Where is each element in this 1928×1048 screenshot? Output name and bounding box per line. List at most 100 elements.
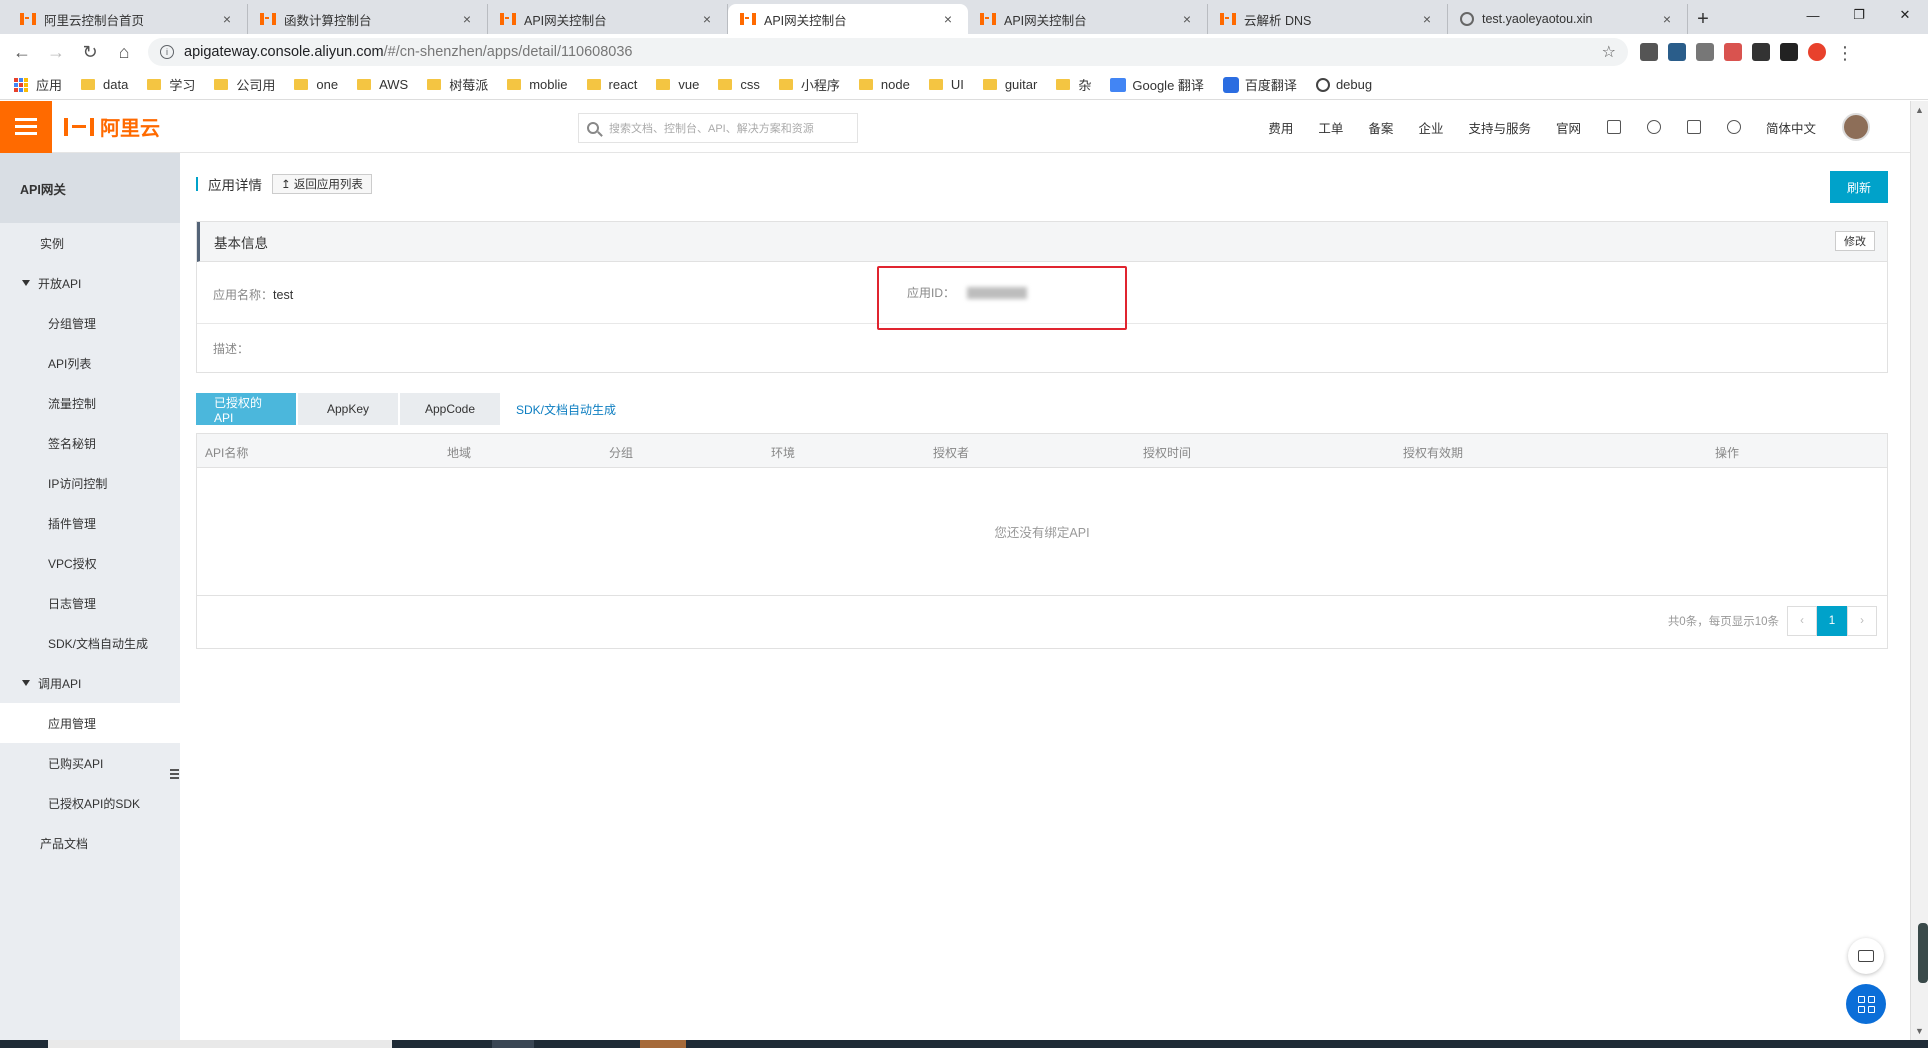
maximize-button[interactable]: ❐ [1836, 0, 1882, 30]
app-center-button[interactable] [1846, 984, 1886, 1024]
bookmark-item[interactable]: react [586, 77, 637, 92]
minimize-button[interactable]: — [1790, 0, 1836, 30]
sidebar-group[interactable]: 开放API [0, 263, 180, 303]
tab-close-icon[interactable]: × [940, 11, 956, 27]
browser-tab[interactable]: API网关控制台 × [968, 4, 1208, 34]
browser-tab[interactable]: 云解析 DNS × [1208, 4, 1448, 34]
cart-icon[interactable] [1686, 120, 1701, 134]
bookmark-item[interactable]: Google 翻译 [1110, 75, 1204, 94]
profile-icon[interactable] [1808, 43, 1826, 61]
nav-billing[interactable]: 费用 [1268, 118, 1293, 137]
feedback-chat-button[interactable] [1848, 938, 1884, 974]
global-search-input[interactable]: 搜索文档、控制台、API、解决方案和资源 [578, 113, 858, 143]
avatar[interactable] [1842, 113, 1870, 141]
bookmark-item[interactable]: vue [656, 77, 699, 92]
home-icon[interactable]: ⌂ [110, 38, 138, 66]
sidebar-item[interactable]: 签名秘钥 [0, 423, 180, 463]
tab-appcode[interactable]: AppCode [400, 393, 500, 425]
sidebar-item[interactable]: 插件管理 [0, 503, 180, 543]
sdk-doc-link[interactable]: SDK/文档自动生成 [516, 401, 616, 418]
bookmark-item[interactable]: guitar [982, 77, 1037, 92]
close-window-button[interactable]: ✕ [1882, 0, 1928, 30]
browser-tab[interactable]: 函数计算控制台 × [248, 4, 488, 34]
bookmark-item[interactable]: UI [928, 77, 964, 92]
tab-close-icon[interactable]: × [1179, 11, 1195, 27]
extension-icon[interactable] [1780, 43, 1798, 61]
bookmark-item[interactable]: one [294, 77, 338, 92]
sidebar-item[interactable]: API列表 [0, 343, 180, 383]
bookmark-item[interactable]: 学习 [147, 75, 195, 94]
sidebar-item[interactable]: 实例 [0, 223, 180, 263]
bell-icon[interactable] [1646, 120, 1661, 134]
site-info-icon[interactable]: i [160, 45, 174, 59]
bookmark-star-icon[interactable]: ☆ [1602, 42, 1616, 62]
scroll-thumb[interactable] [1918, 923, 1928, 983]
terminal-icon[interactable] [1606, 120, 1621, 134]
bookmark-item[interactable]: AWS [357, 77, 408, 92]
tab-close-icon[interactable]: × [1419, 11, 1435, 27]
extension-icon[interactable] [1640, 43, 1658, 61]
sidebar-item[interactable]: 分组管理 [0, 303, 180, 343]
bookmark-item[interactable]: moblie [507, 77, 568, 92]
tab-appkey[interactable]: AppKey [298, 393, 398, 425]
sidebar-item[interactable]: 应用管理 [0, 703, 180, 743]
browser-menu-icon[interactable]: ⋮ [1836, 43, 1854, 63]
sidebar-item[interactable]: VPC授权 [0, 543, 180, 583]
nav-website[interactable]: 官网 [1556, 118, 1581, 137]
bookmark-item[interactable]: node [858, 77, 910, 92]
back-icon[interactable]: ← [8, 38, 36, 66]
sidebar-group[interactable]: 调用API [0, 663, 180, 703]
page-1-button[interactable]: 1 [1817, 606, 1847, 636]
bookmark-item[interactable]: 杂 [1056, 75, 1091, 94]
bookmark-item[interactable]: 百度翻译 [1222, 75, 1297, 94]
nav-enterprise[interactable]: 企业 [1418, 118, 1443, 137]
browser-tab[interactable]: 阿里云控制台首页 × [8, 4, 248, 34]
sidebar-item[interactable]: SDK/文档自动生成 [0, 623, 180, 663]
bookmark-item[interactable]: 公司用 [214, 75, 275, 94]
browser-tab[interactable]: test.yaoleyaotou.xin × [1448, 4, 1688, 34]
prev-page-button[interactable]: ‹ [1787, 606, 1817, 636]
page-scrollbar[interactable]: ▲ ▼ [1910, 101, 1928, 1040]
menu-icon[interactable] [0, 100, 52, 153]
back-to-app-list-button[interactable]: ↥ 返回应用列表 [272, 174, 372, 194]
sidebar-item[interactable]: 产品文档 [0, 823, 180, 863]
extension-icon[interactable] [1668, 43, 1686, 61]
tab-authorized-api[interactable]: 已授权的API [196, 393, 296, 425]
browser-tab[interactable]: API网关控制台 × [728, 4, 968, 34]
next-page-button[interactable]: › [1847, 606, 1877, 636]
browser-tab[interactable]: API网关控制台 × [488, 4, 728, 34]
sidebar-collapse-handle[interactable] [168, 759, 180, 789]
sidebar-item[interactable]: 已授权API的SDK [0, 783, 180, 823]
refresh-button[interactable]: 刷新 [1830, 171, 1888, 203]
sidebar-item[interactable]: 流量控制 [0, 383, 180, 423]
tab-close-icon[interactable]: × [219, 11, 235, 27]
bookmark-item[interactable]: data [81, 77, 128, 92]
sidebar-item[interactable]: IP访问控制 [0, 463, 180, 503]
edit-button[interactable]: 修改 [1835, 231, 1875, 251]
language-switch[interactable]: 简体中文 [1766, 118, 1816, 137]
aliyun-logo[interactable]: 阿里云 [64, 112, 160, 141]
scroll-up-icon[interactable]: ▲ [1915, 105, 1924, 115]
scroll-down-icon[interactable]: ▼ [1915, 1026, 1924, 1036]
nav-support[interactable]: 支持与服务 [1468, 118, 1531, 137]
address-bar[interactable]: i apigateway.console.aliyun.com/#/cn-she… [148, 38, 1628, 66]
tab-close-icon[interactable]: × [459, 11, 475, 27]
tab-close-icon[interactable]: × [699, 11, 715, 27]
bookmark-item[interactable]: 树莓派 [427, 75, 488, 94]
bookmark-item[interactable]: css [718, 77, 760, 92]
extension-icon[interactable] [1752, 43, 1770, 61]
extension-off-icon[interactable] [1724, 43, 1742, 61]
sidebar-item[interactable]: 已购买API [0, 743, 180, 783]
bookmark-item[interactable]: 应用 [14, 75, 62, 94]
nav-tickets[interactable]: 工单 [1318, 118, 1343, 137]
tab-close-icon[interactable]: × [1659, 11, 1675, 27]
qr-extension-icon[interactable] [1696, 43, 1714, 61]
sidebar-item[interactable]: 日志管理 [0, 583, 180, 623]
nav-icp[interactable]: 备案 [1368, 118, 1393, 137]
reload-icon[interactable]: ↻ [76, 38, 104, 66]
bookmark-item[interactable]: debug [1315, 77, 1372, 92]
help-icon[interactable] [1726, 120, 1741, 134]
forward-icon[interactable]: → [42, 38, 70, 66]
new-tab-button[interactable]: + [1688, 4, 1718, 34]
bookmark-item[interactable]: 小程序 [778, 75, 840, 94]
